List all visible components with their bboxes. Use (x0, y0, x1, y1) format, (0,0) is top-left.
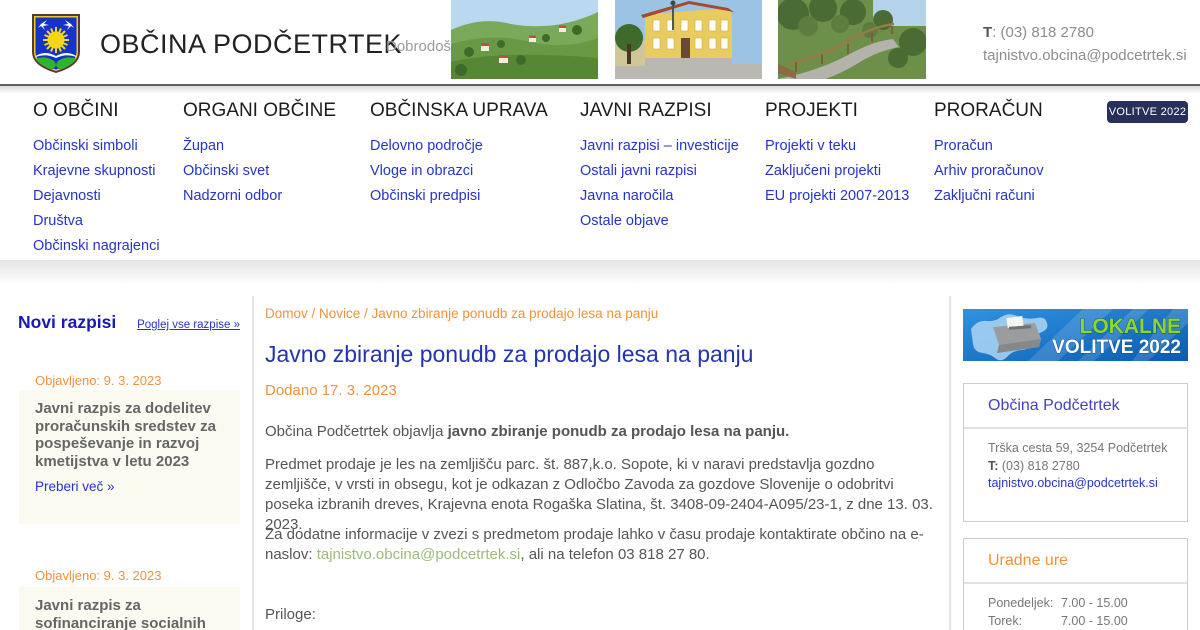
header-email[interactable]: tajnistvo.obcina@podcetrtek.si (983, 44, 1187, 67)
nav-link[interactable]: Projekti v teku (765, 134, 909, 159)
nav-link[interactable]: EU projekti 2007-2013 (765, 184, 909, 209)
nav-header-o-obcini[interactable]: O OBČINI (33, 100, 160, 122)
office-hours-title: Uradne ure (964, 539, 1187, 584)
header-photo-road (778, 0, 926, 79)
nav-bottom-shadow (0, 260, 1200, 285)
nav-link[interactable]: Javni razpisi – investicije (580, 134, 739, 159)
contact-email-link[interactable]: tajnistvo.obcina@podcetrtek.si (988, 476, 1158, 490)
breadcrumb[interactable]: Domov / Novice / Javno zbiranje ponudb z… (265, 306, 935, 321)
volitve-2022-button[interactable]: VOLITVE 2022 (1107, 101, 1188, 123)
content-divider-left (252, 296, 254, 630)
nav-header-javni-razpisi[interactable]: JAVNI RAZPISI (580, 100, 739, 122)
nav-link[interactable]: Nadzorni odbor (183, 184, 336, 209)
nav-link[interactable]: Zaključeni projekti (765, 159, 909, 184)
nav-link[interactable]: Javna naročila (580, 184, 739, 209)
nav-link[interactable]: Vloge in obrazci (370, 159, 548, 184)
article-paragraph-contact: Za dodatne informacije v zvezi s predmet… (265, 526, 924, 563)
article-email-link[interactable]: tajnistvo.obcina@podcetrtek.si (317, 546, 521, 563)
office-hours-row: Torek: 7.00 - 15.00 (988, 613, 1128, 628)
nav-column-o-obcini: O OBČINI Občinski simboli Krajevne skupn… (33, 100, 160, 259)
nav-link[interactable]: Dejavnosti (33, 184, 160, 209)
office-hours-row: Ponedeljek: 7.00 - 15.00 (988, 596, 1128, 610)
nav-header-proracun[interactable]: PRORAČUN (934, 100, 1044, 122)
content-divider-right (949, 296, 951, 630)
nav-column-javni-razpisi: JAVNI RAZPISI Javni razpisi – investicij… (580, 100, 739, 234)
nav-link[interactable]: Ostale objave (580, 209, 739, 234)
nav-column-proracun: PRORAČUN Proračun Arhiv proračunov Zaklj… (934, 100, 1044, 209)
tender-published-date: Objavljeno: 9. 3. 2023 (35, 373, 162, 388)
contact-phone: T: (03) 818 2780 (988, 458, 1080, 473)
contact-box-title: Občina Podčetrtek (964, 384, 1187, 429)
header-contact: T: (03) 818 2780 tajnistvo.obcina@podcet… (983, 21, 1187, 67)
nav-link[interactable]: Občinski simboli (33, 134, 160, 159)
tender-card-title[interactable]: Javni razpis za dodelitev proračunskih s… (35, 400, 224, 470)
nav-link[interactable]: Delovno področje (370, 134, 548, 159)
welcome-text: Dobrodoš (386, 38, 452, 55)
nav-header-obcinska-uprava[interactable]: OBČINSKA UPRAVA (370, 100, 548, 122)
article-title: Javno zbiranje ponudb za prodajo lesa na… (265, 341, 754, 367)
nav-link[interactable]: Župan (183, 134, 336, 159)
read-more-link[interactable]: Preberi več » (35, 479, 224, 494)
nav-link[interactable]: Krajevne skupnosti (33, 159, 160, 184)
attachments-label: Priloge: (265, 606, 316, 623)
nav-link[interactable]: Društva (33, 209, 160, 234)
header-photo-building (615, 0, 762, 79)
article-date: Dodano 17. 3. 2023 (265, 382, 397, 399)
tender-card-title[interactable]: Javni razpis za sofinanciranje socialnih (35, 597, 224, 630)
nav-link[interactable]: Občinski predpisi (370, 184, 548, 209)
nav-link[interactable]: Zaključni računi (934, 184, 1044, 209)
see-all-tenders-link[interactable]: Poglej vse razpise » (0, 319, 240, 331)
article-paragraph-subject: Predmet prodaje je les na zemljišču parc… (265, 456, 933, 533)
header: OBČINA PODČETRTEK Dobrodoš T: (03) 818 2… (0, 0, 1200, 84)
nav-link[interactable]: Arhiv proračunov (934, 159, 1044, 184)
tender-card[interactable]: Javni razpis za dodelitev proračunskih s… (19, 390, 240, 524)
municipality-coat-of-arms-logo[interactable] (30, 12, 82, 75)
nav-header-organi-obcine[interactable]: ORGANI OBČINE (183, 100, 336, 122)
nav-header-projekti[interactable]: PROJEKTI (765, 100, 909, 122)
nav-link[interactable]: Ostali javni razpisi (580, 159, 739, 184)
banner-line2: VOLITVE 2022 (1052, 337, 1181, 358)
local-elections-2022-banner[interactable]: LOKALNE VOLITVE 2022 (963, 309, 1188, 361)
page: OBČINA PODČETRTEK Dobrodoš T: (03) 818 2… (0, 0, 1200, 630)
nav-column-projekti: PROJEKTI Projekti v teku Zaključeni proj… (765, 100, 909, 209)
nav-link[interactable]: Proračun (934, 134, 1044, 159)
banner-line1: LOKALNE (1080, 315, 1182, 338)
tender-card[interactable]: Javni razpis za sofinanciranje socialnih (19, 587, 240, 630)
contact-address: Trška cesta 59, 3254 Podčetrtek (988, 441, 1168, 455)
nav-link[interactable]: Občinski svet (183, 159, 336, 184)
office-hours-box: Uradne ure Ponedeljek: 7.00 - 15.00 Tore… (963, 538, 1188, 630)
tender-published-date: Objavljeno: 9. 3. 2023 (35, 568, 162, 583)
municipality-contact-box: Občina Podčetrtek Trška cesta 59, 3254 P… (963, 383, 1188, 522)
nav-link[interactable]: Občinski nagrajenci (33, 234, 160, 259)
site-title[interactable]: OBČINA PODČETRTEK (100, 29, 402, 60)
nav-column-obcinska-uprava: OBČINSKA UPRAVA Delovno področje Vloge i… (370, 100, 548, 209)
article-paragraph-intro: Občina Podčetrtek objavlja javno zbiranj… (265, 423, 790, 440)
header-photo-landscape (451, 0, 598, 79)
header-phone: T: (03) 818 2780 (983, 24, 1094, 41)
main-navigation: O OBČINI Občinski simboli Krajevne skupn… (0, 84, 1200, 260)
nav-column-organi-obcine: ORGANI OBČINE Župan Občinski svet Nadzor… (183, 100, 336, 209)
